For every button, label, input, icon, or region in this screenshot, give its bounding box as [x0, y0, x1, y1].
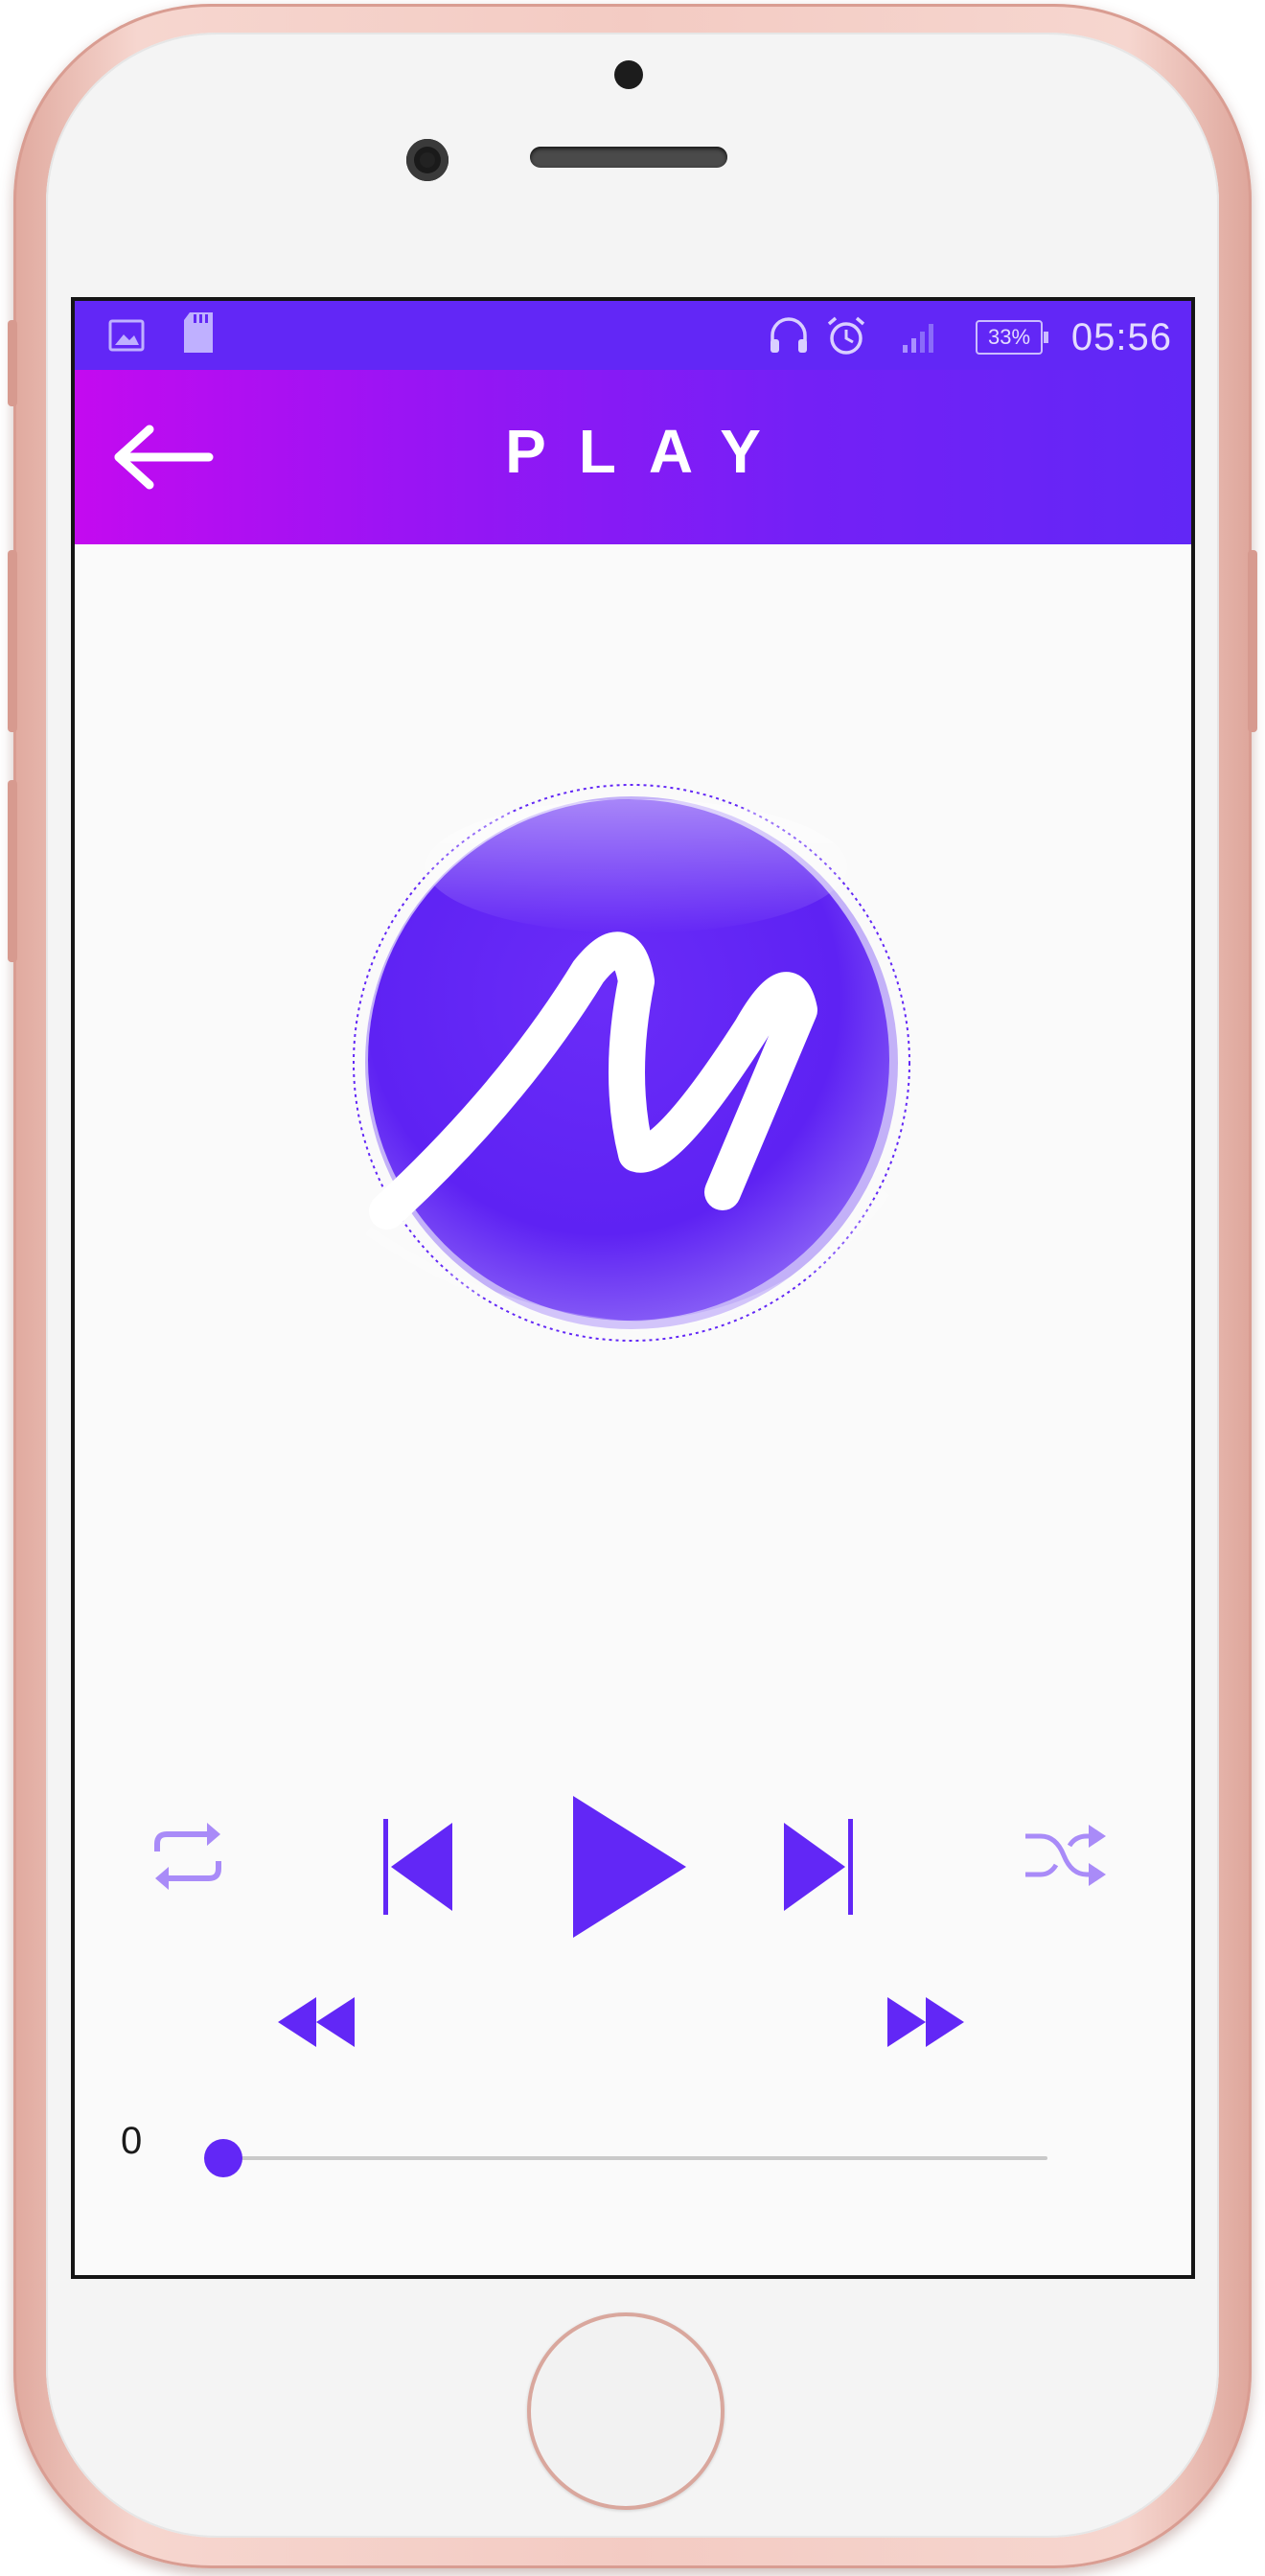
skip-next-button[interactable] [778, 1819, 853, 1915]
proximity-sensor [614, 60, 643, 89]
front-camera [406, 139, 448, 181]
album-art [353, 784, 910, 1342]
volume-up-button [8, 550, 17, 732]
status-time: 05:56 [1070, 316, 1172, 358]
play-button[interactable] [571, 1794, 690, 1940]
fast-forward-button[interactable] [886, 1995, 964, 2049]
current-time: 0 [121, 2120, 143, 2162]
rewind-button[interactable] [278, 1995, 356, 2049]
page-title: PLAY [505, 417, 794, 486]
signal-icon [903, 324, 933, 353]
alarm-icon [827, 316, 865, 355]
repeat-button[interactable] [146, 1819, 230, 1894]
volume-down-button [8, 780, 17, 962]
seek-bar[interactable] [223, 2156, 1047, 2160]
sd-card-icon [184, 312, 213, 353]
app-screen: 33% 05:56 PLAY 0 [71, 297, 1195, 2279]
earpiece-speaker [530, 147, 727, 168]
seek-thumb[interactable] [204, 2139, 242, 2177]
home-button[interactable] [527, 2312, 724, 2510]
power-button [1248, 550, 1257, 732]
status-bar: 33% 05:56 [75, 301, 1191, 370]
toolbar: PLAY [75, 370, 1191, 544]
shuffle-button[interactable] [1024, 1821, 1108, 1892]
skip-previous-button[interactable] [383, 1819, 458, 1915]
headphones-icon [770, 317, 807, 353]
image-icon [108, 319, 145, 352]
silent-switch [8, 320, 17, 406]
battery-icon: 33% [976, 320, 1048, 355]
